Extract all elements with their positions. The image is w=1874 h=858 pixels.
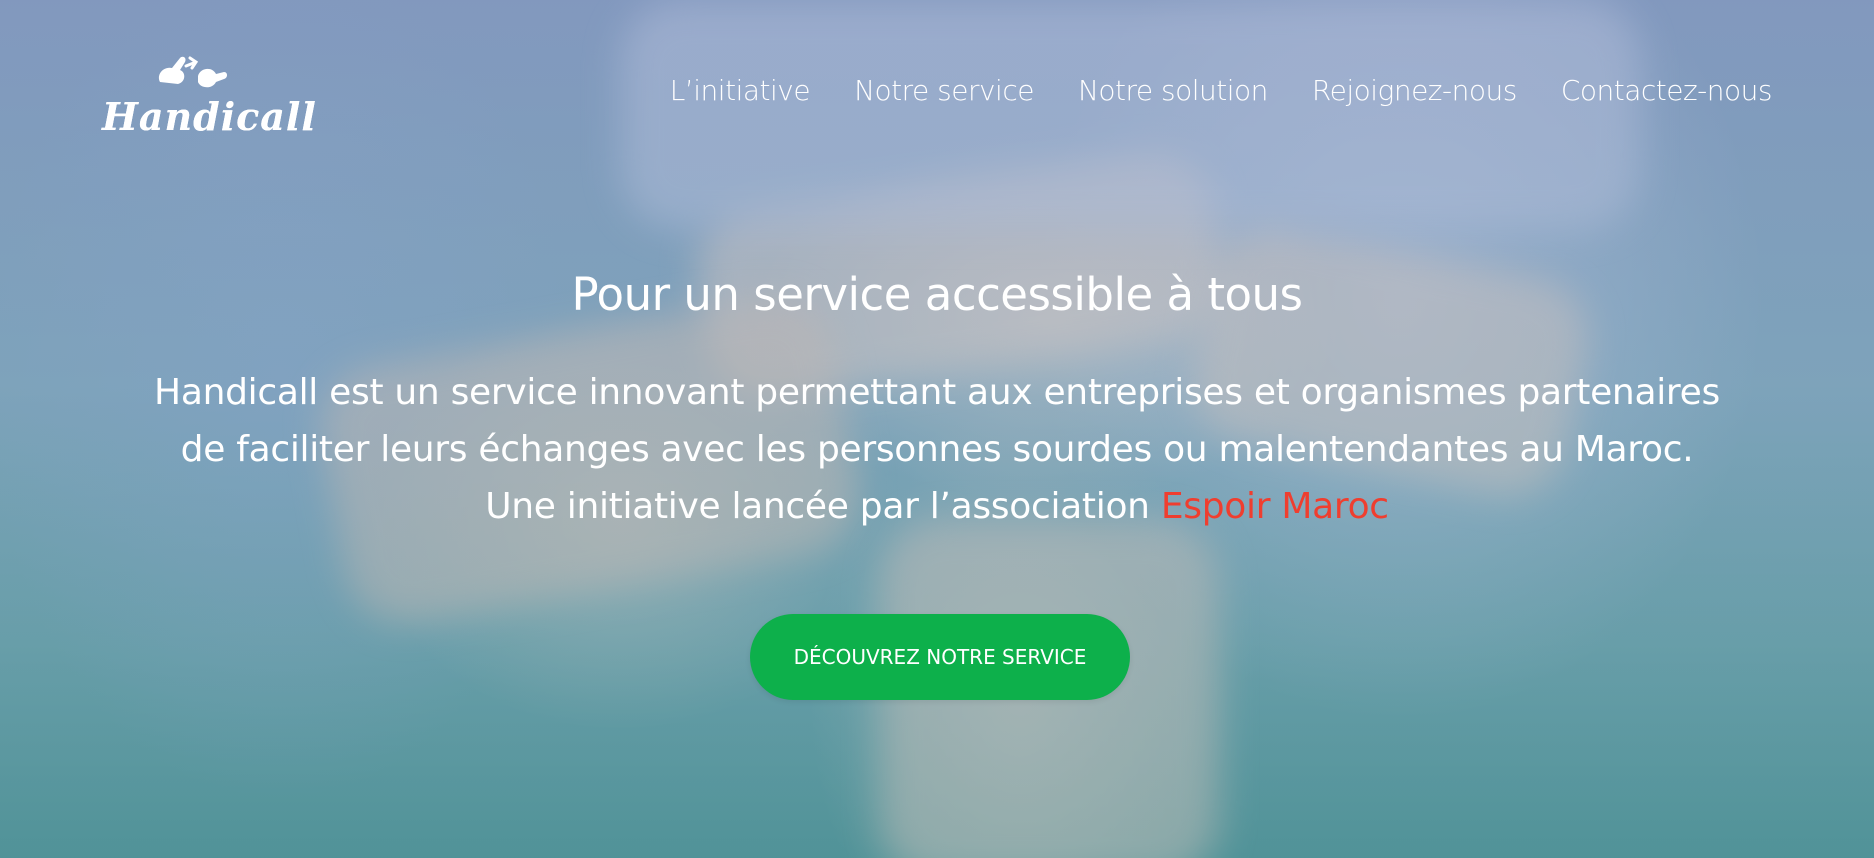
logo-link[interactable]: Handicall bbox=[102, 52, 316, 142]
brand-name: Handicall bbox=[102, 94, 317, 139]
hero-title: Pour un service accessible à tous bbox=[571, 268, 1303, 321]
hero-section: Handicall L’initiative Notre service Not… bbox=[0, 0, 1874, 858]
nav-item-solution[interactable]: Notre solution bbox=[1078, 74, 1268, 107]
nav-item-initiative[interactable]: L’initiative bbox=[670, 74, 811, 107]
main-navigation: L’initiative Notre service Notre solutio… bbox=[670, 74, 1773, 107]
nav-item-contact[interactable]: Contactez-nous bbox=[1561, 74, 1773, 107]
association-link[interactable]: Espoir Maroc bbox=[1161, 486, 1389, 527]
discover-service-button[interactable]: DÉCOUVREZ NOTRE SERVICE bbox=[750, 614, 1130, 700]
hero-description-line: Une initiative lancée par l’association bbox=[485, 486, 1161, 527]
nav-item-join[interactable]: Rejoignez-nous bbox=[1312, 74, 1517, 107]
hero-description-line: de faciliter leurs échanges avec les per… bbox=[180, 429, 1694, 470]
signing-hands-icon bbox=[158, 56, 227, 88]
nav-item-service[interactable]: Notre service bbox=[854, 74, 1034, 107]
hero-description: Handicall est un service innovant permet… bbox=[100, 364, 1774, 535]
hero-content: Handicall L’initiative Notre service Not… bbox=[0, 0, 1874, 858]
hero-description-line: Handicall est un service innovant permet… bbox=[154, 372, 1720, 413]
